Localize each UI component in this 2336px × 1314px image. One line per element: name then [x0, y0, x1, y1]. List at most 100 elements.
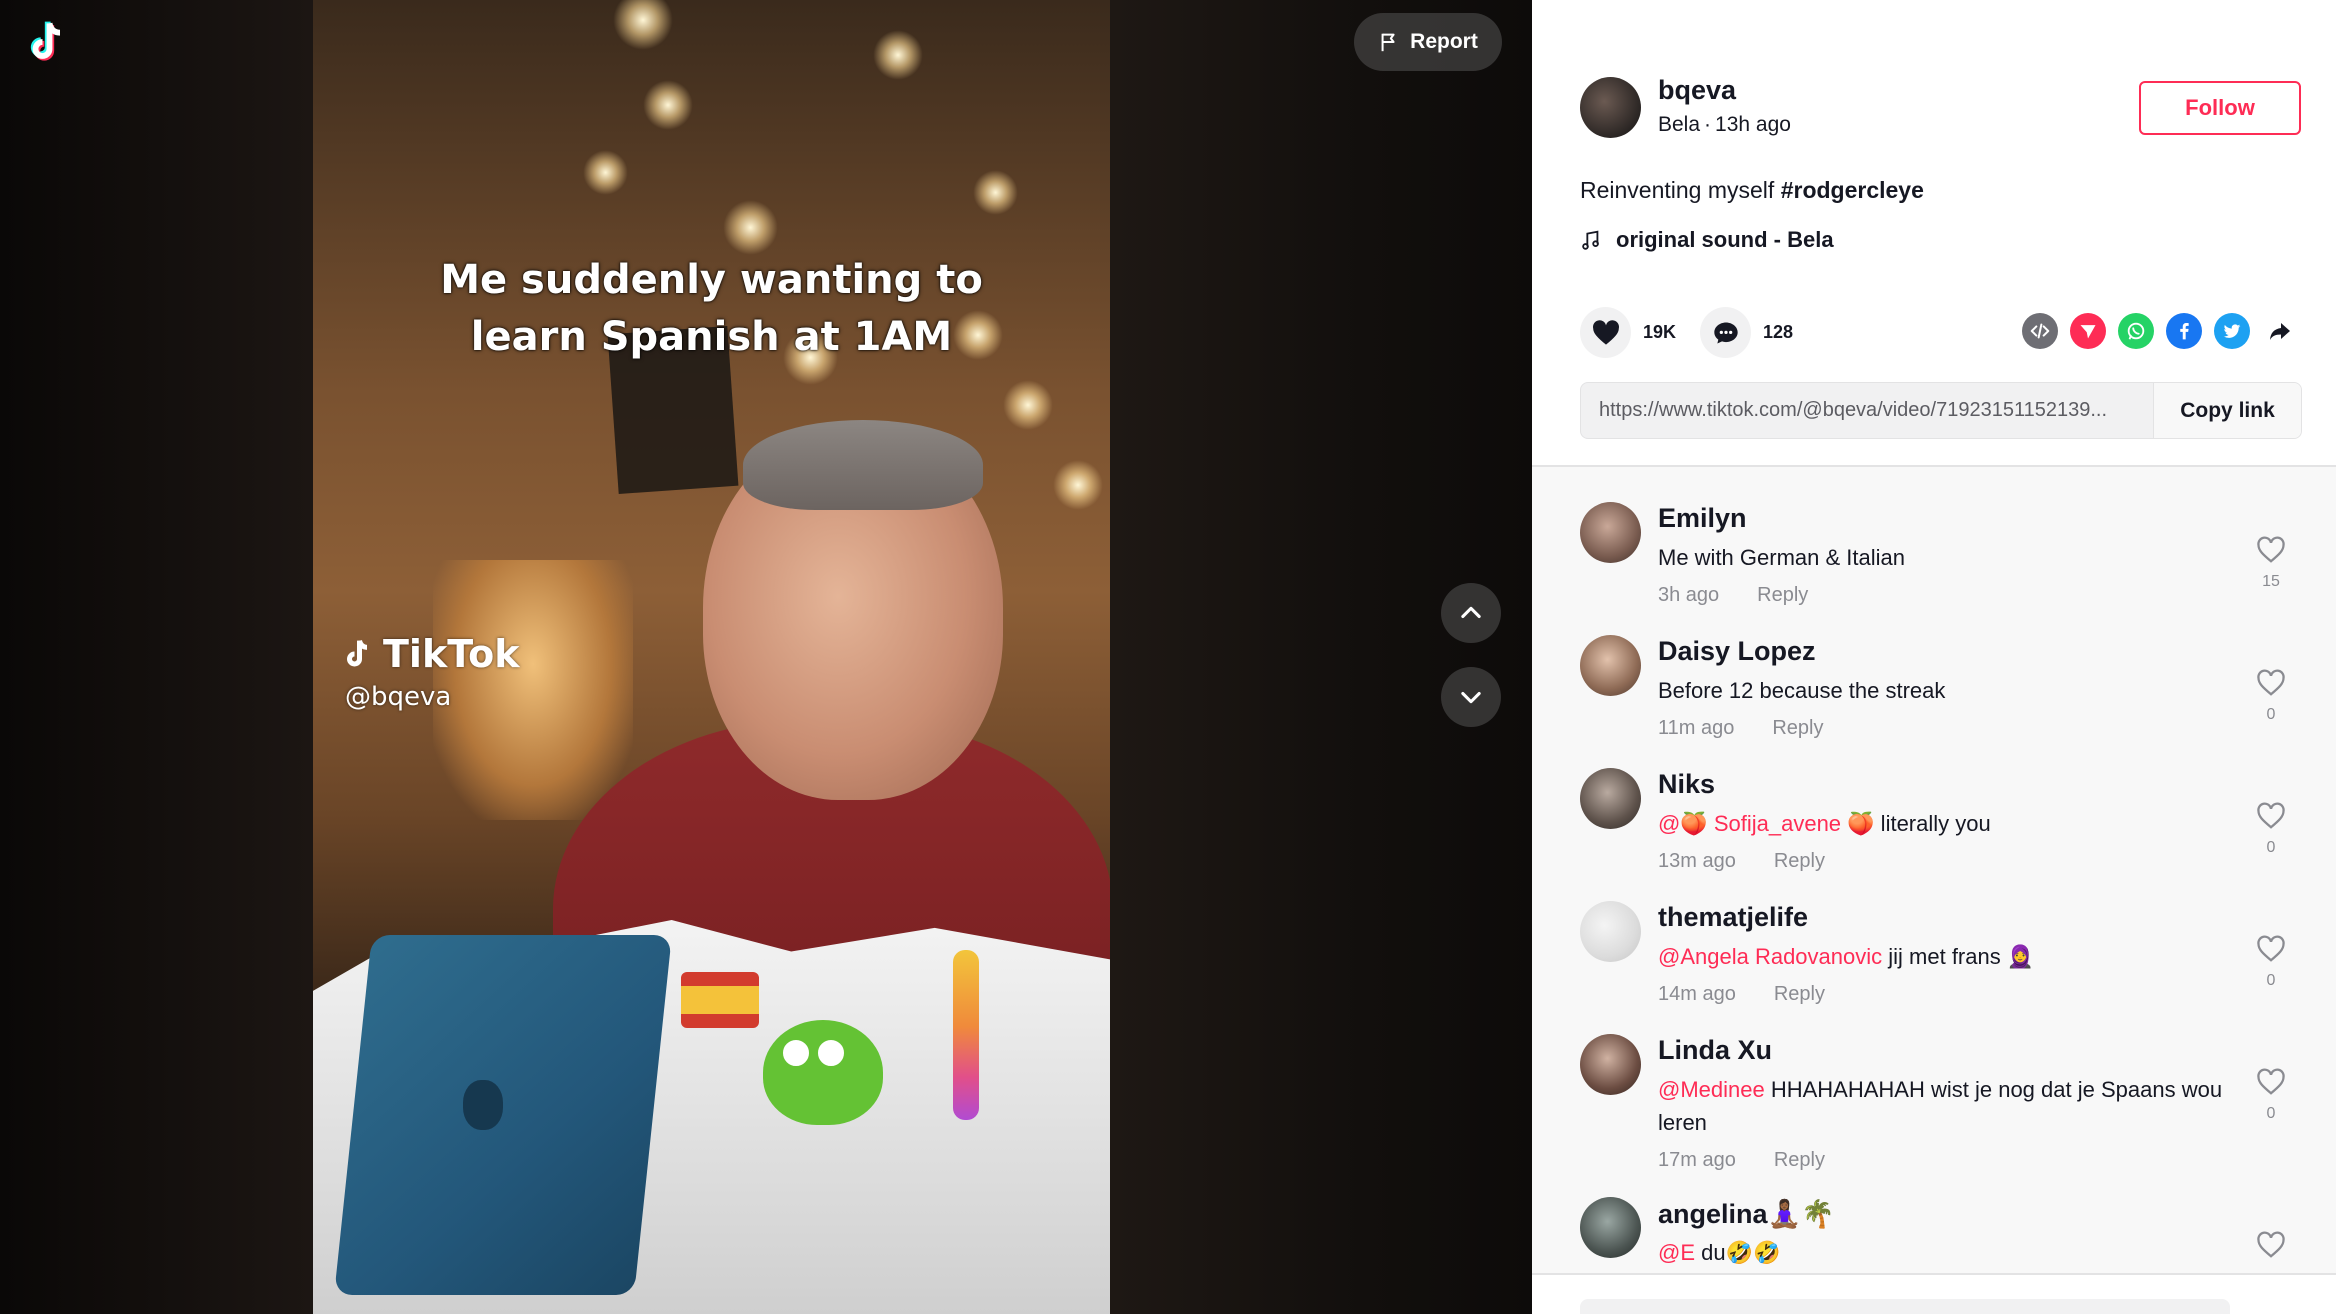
share-link-box: https://www.tiktok.com/@bqeva/video/7192… [1580, 382, 2302, 439]
laptop [334, 935, 672, 1295]
author-nickname: Bela [1658, 113, 1701, 136]
author-username[interactable]: bqeva [1658, 75, 1736, 106]
caption-line: learn Spanish at 1AM [470, 314, 953, 360]
comment-stat[interactable]: 128 [1700, 307, 1793, 358]
commenter-name[interactable]: Emilyn [1658, 503, 1747, 534]
previous-video-button[interactable] [1441, 583, 1501, 643]
heart-outline-icon [2257, 935, 2285, 962]
comment-text: Before 12 because the streak [1658, 674, 2258, 707]
comment-like-count: 0 [2266, 706, 2276, 723]
comment-item: Linda Xu @Medinee HHAHAHAHAH wist je nog… [1532, 999, 2336, 1171]
chevron-down-icon [1461, 691, 1481, 704]
report-button[interactable]: Report [1354, 13, 1502, 71]
commenter-avatar[interactable] [1580, 1197, 1641, 1258]
commenter-avatar[interactable] [1580, 901, 1641, 962]
heart-outline-icon [2257, 1231, 2285, 1258]
hashtag-link[interactable]: #rodgercleye [1781, 177, 1924, 203]
heart-outline-icon [2257, 669, 2285, 696]
commenter-name[interactable]: thematjelife [1658, 902, 1808, 933]
comment-text: @🍑 Sofija_avene 🍑 literally you [1658, 807, 2258, 840]
caption-line: Me suddenly wanting to [440, 257, 983, 303]
share-arrow-icon[interactable] [2262, 313, 2298, 349]
comment-count: 128 [1763, 322, 1794, 342]
comment-input[interactable] [1580, 1299, 2230, 1314]
comment-item: Daisy Lopez Before 12 because the streak… [1532, 600, 2336, 739]
follow-button[interactable]: Follow [2139, 81, 2301, 135]
like-button[interactable] [1580, 307, 1631, 358]
copy-link-button[interactable]: Copy link [2153, 383, 2301, 438]
video-player[interactable]: Me suddenly wanting to learn Spanish at … [313, 0, 1110, 1314]
blurred-backdrop-right [1110, 0, 1532, 1314]
report-label: Report [1410, 30, 1478, 53]
post-description: Reinventing myself #rodgercleye [1580, 177, 1924, 204]
vape-sticker [953, 950, 979, 1120]
comment-like[interactable]: 0 [2251, 935, 2291, 990]
comment-like-count: 15 [2262, 573, 2280, 590]
embed-icon[interactable] [2022, 313, 2058, 349]
next-video-button[interactable] [1441, 667, 1501, 727]
comment-button[interactable] [1700, 307, 1751, 358]
comment-like[interactable] [2251, 1231, 2291, 1264]
string-light [583, 150, 628, 195]
mention-link[interactable]: @Medinee [1658, 1077, 1765, 1102]
comment-item: angelina🧘🏾‍♀️🌴 @E du🤣🤣 [1532, 1162, 2336, 1273]
comment-item: thematjelife @Angela Radovanovic jij met… [1532, 866, 2336, 1005]
music-title: original sound - Bela [1616, 227, 1834, 252]
comment-body: Before 12 because the streak [1658, 678, 1946, 703]
description-text: Reinventing myself [1580, 177, 1775, 203]
string-light [973, 170, 1018, 215]
like-stat[interactable]: 19K [1580, 307, 1676, 358]
comment-body: Me with German & Italian [1658, 545, 1905, 570]
video-link-url[interactable]: https://www.tiktok.com/@bqeva/video/7192… [1581, 399, 2153, 422]
commenter-avatar[interactable] [1580, 1034, 1641, 1095]
author-meta: Bela · 13h ago [1658, 113, 1791, 136]
comment-like[interactable]: 0 [2251, 1068, 2291, 1123]
whatsapp-icon[interactable] [2118, 313, 2154, 349]
commenter-name[interactable]: angelina🧘🏾‍♀️🌴 [1658, 1198, 1835, 1230]
heart-icon [1592, 319, 1619, 345]
music-link[interactable]: original sound - Bela [1580, 227, 1834, 253]
string-light [613, 0, 673, 50]
comment-body: du🤣🤣 [1695, 1240, 1781, 1265]
mention-link[interactable]: @🍑 Sofija_avene 🍑 [1658, 811, 1875, 836]
comment-like-count: 0 [2266, 839, 2276, 856]
commenter-name[interactable]: Linda Xu [1658, 1035, 1772, 1066]
comment-body: jij met frans 🧕 [1882, 944, 2035, 969]
mention-link[interactable]: @E [1658, 1240, 1695, 1265]
comment-list[interactable]: Emilyn Me with German & Italian 3h ago Re… [1532, 467, 2336, 1273]
heart-outline-icon [2257, 1068, 2285, 1095]
chevron-up-icon [1461, 606, 1481, 619]
comment-item: Niks @🍑 Sofija_avene 🍑 literally you 13m… [1532, 733, 2336, 872]
flag-icon [1381, 33, 1395, 52]
comment-like-count: 0 [2266, 972, 2276, 989]
commenter-avatar[interactable] [1580, 502, 1641, 563]
like-count: 19K [1643, 322, 1677, 342]
apple-logo-icon [463, 1080, 503, 1130]
comment-like[interactable]: 0 [2251, 802, 2291, 857]
commenter-avatar[interactable] [1580, 768, 1641, 829]
comment-like[interactable]: 15 [2251, 536, 2291, 591]
commenter-name[interactable]: Daisy Lopez [1658, 636, 1816, 667]
duolingo-owl-sticker [763, 1020, 883, 1125]
mention-link[interactable]: @Angela Radovanovic [1658, 944, 1882, 969]
tiktok-logo-icon[interactable] [18, 14, 74, 70]
author-avatar[interactable] [1580, 77, 1641, 138]
string-light [723, 200, 778, 255]
commenter-avatar[interactable] [1580, 635, 1641, 696]
tiktok-watermark: TikTok @bqeva [337, 632, 519, 712]
watermark-brand: TikTok [383, 632, 520, 676]
heart-outline-icon [2257, 802, 2285, 829]
watermark-handle: @bqeva [345, 682, 452, 712]
tiktok-note-icon [347, 640, 368, 667]
video-stage: Me suddenly wanting to learn Spanish at … [0, 0, 1532, 1314]
commenter-name[interactable]: Niks [1658, 769, 1715, 800]
comment-like[interactable]: 0 [2251, 669, 2291, 724]
music-note-icon [1582, 230, 1599, 250]
man-hair [743, 420, 983, 510]
owl-eye [818, 1040, 844, 1066]
send-icon[interactable] [2070, 313, 2106, 349]
comment-like-count: 0 [2266, 1105, 2276, 1122]
facebook-icon[interactable] [2166, 313, 2202, 349]
twitter-icon[interactable] [2214, 313, 2250, 349]
spain-flag-sticker [681, 972, 759, 1028]
